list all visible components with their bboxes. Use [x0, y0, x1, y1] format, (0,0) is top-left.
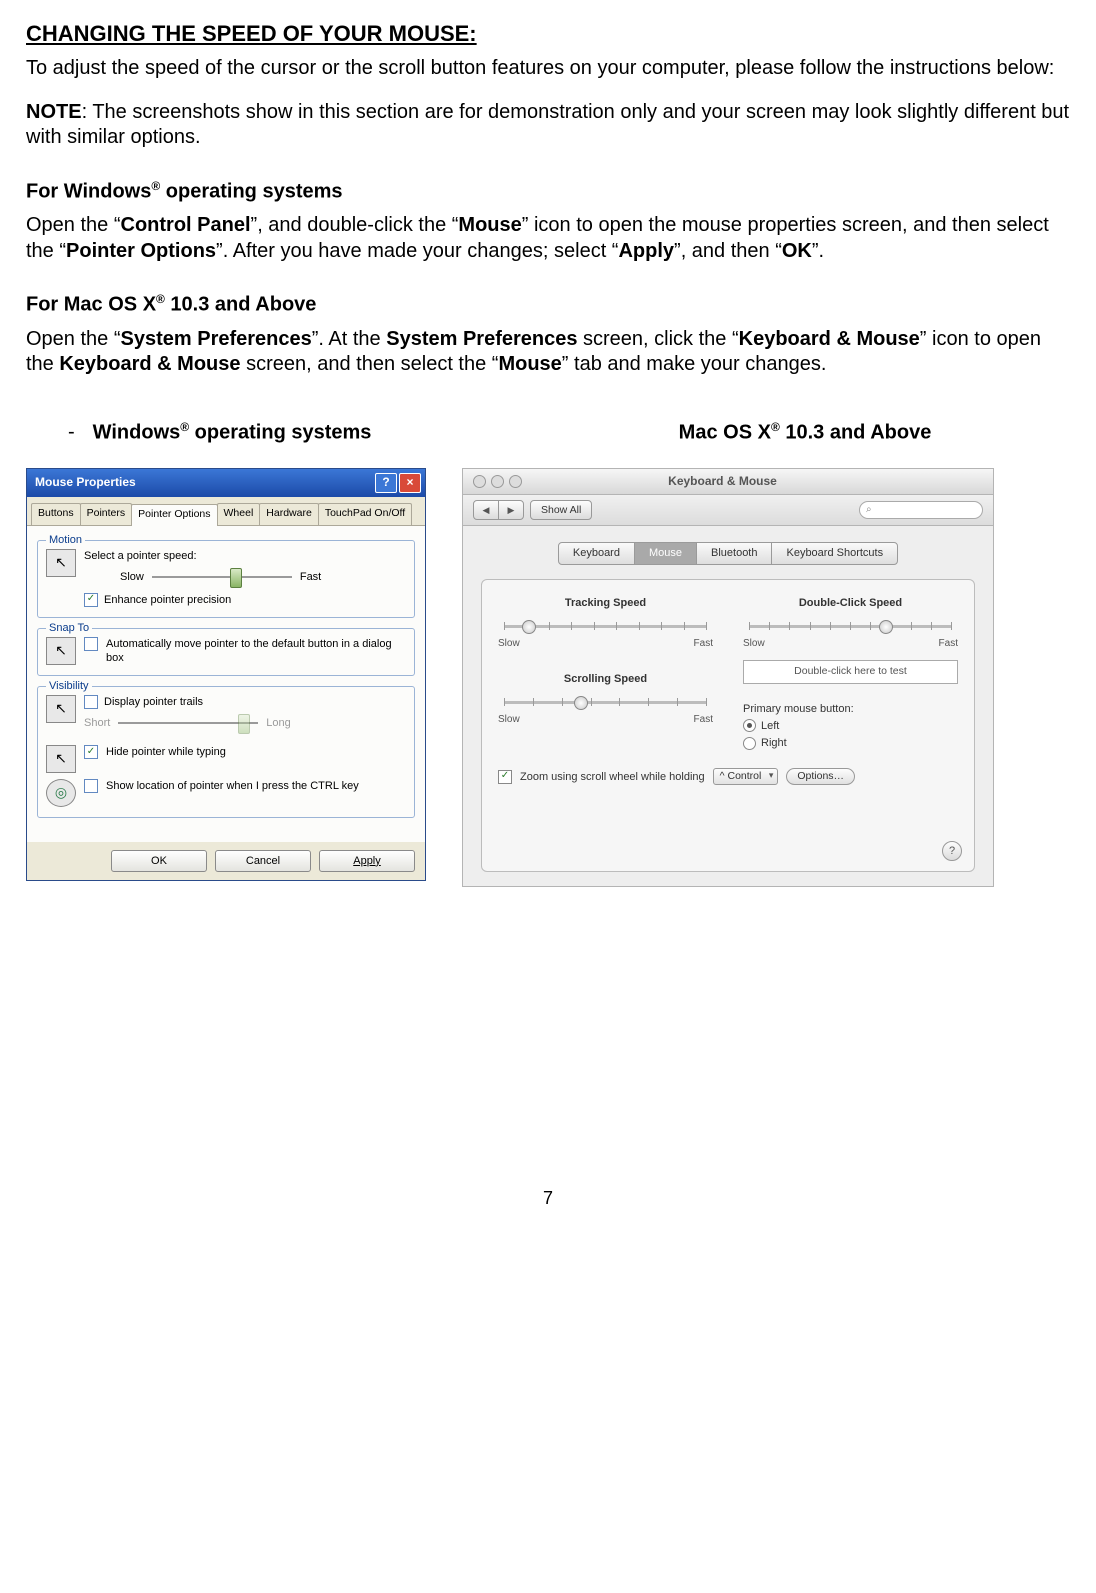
- page-number: 7: [26, 1187, 1070, 1210]
- ctrl-locate-icon: ◎: [46, 779, 76, 807]
- hide-typing-icon: ↖: [46, 745, 76, 773]
- options-button[interactable]: Options…: [786, 768, 855, 785]
- modifier-key-select[interactable]: ^ Control: [713, 768, 779, 785]
- scrolling-speed-label: Scrolling Speed: [498, 672, 713, 686]
- double-click-speed-label: Double-Click Speed: [743, 596, 958, 610]
- tab-keyboard-shortcuts[interactable]: Keyboard Shortcuts: [771, 542, 898, 564]
- mac-keyboard-mouse-dialog: Keyboard & Mouse ◀ ▶ Show All ⌕ Keyboard…: [462, 468, 994, 887]
- help-button[interactable]: ?: [375, 473, 397, 493]
- zoom-checkbox[interactable]: [498, 770, 512, 784]
- tab-bar: Buttons Pointers Pointer Options Wheel H…: [27, 497, 425, 525]
- motion-group: Motion ↖ Select a pointer speed: Slow Fa…: [37, 540, 415, 618]
- apply-button[interactable]: Apply: [319, 850, 415, 872]
- search-input[interactable]: ⌕: [859, 501, 983, 519]
- help-button[interactable]: ?: [942, 841, 962, 861]
- windows-heading: For Windows® operating systems: [26, 179, 1070, 205]
- visibility-group: Visibility ↖ Display pointer trails Shor…: [37, 686, 415, 818]
- tab-mouse[interactable]: Mouse: [634, 542, 697, 564]
- pointer-trails-checkbox[interactable]: [84, 695, 98, 709]
- forward-button[interactable]: ▶: [498, 500, 524, 520]
- window-title: Mouse Properties: [35, 475, 136, 490]
- hide-while-typing-checkbox[interactable]: [84, 745, 98, 759]
- window-controls[interactable]: [473, 475, 522, 488]
- note-text: NOTE: The screenshots show in this secti…: [26, 100, 1070, 151]
- snap-to-icon: ↖: [46, 637, 76, 665]
- tracking-speed-label: Tracking Speed: [498, 596, 713, 610]
- trails-icon: ↖: [46, 695, 76, 723]
- double-click-speed-slider[interactable]: [749, 616, 952, 636]
- scrolling-speed-slider[interactable]: [504, 692, 707, 712]
- tab-bluetooth[interactable]: Bluetooth: [696, 542, 772, 564]
- tab-wheel[interactable]: Wheel: [217, 503, 261, 524]
- pointer-icon: ↖: [46, 549, 76, 577]
- cancel-button[interactable]: Cancel: [215, 850, 311, 872]
- primary-left-radio[interactable]: [743, 719, 756, 732]
- window-title: Keyboard & Mouse: [522, 474, 923, 489]
- enhance-precision-checkbox[interactable]: [84, 593, 98, 607]
- primary-right-radio[interactable]: [743, 737, 756, 750]
- show-all-button[interactable]: Show All: [530, 500, 592, 520]
- windows-mouse-properties-dialog: Mouse Properties ? × Buttons Pointers Po…: [26, 468, 426, 881]
- ok-button[interactable]: OK: [111, 850, 207, 872]
- intro-text: To adjust the speed of the cursor or the…: [26, 56, 1070, 82]
- mac-column-heading: Mac OS X® 10.3 and Above: [540, 420, 1070, 446]
- tab-buttons[interactable]: Buttons: [31, 503, 81, 524]
- mac-instructions: Open the “System Preferences”. At the Sy…: [26, 327, 1070, 378]
- pointer-speed-label: Select a pointer speed:: [84, 549, 406, 563]
- tab-bar: Keyboard Mouse Bluetooth Keyboard Shortc…: [481, 542, 975, 564]
- windows-instructions: Open the “Control Panel”, and double-cli…: [26, 213, 1070, 264]
- trails-slider[interactable]: [118, 713, 258, 733]
- primary-button-label: Primary mouse button:: [743, 702, 958, 716]
- page-title: CHANGING THE SPEED OF YOUR MOUSE:: [26, 20, 1070, 48]
- double-click-test[interactable]: Double-click here to test: [743, 660, 958, 683]
- snap-to-group: Snap To ↖ Automatically move pointer to …: [37, 628, 415, 676]
- tab-pointer-options[interactable]: Pointer Options: [131, 504, 217, 525]
- tab-hardware[interactable]: Hardware: [259, 503, 319, 524]
- tracking-speed-slider[interactable]: [504, 616, 707, 636]
- pointer-speed-slider[interactable]: [152, 567, 292, 587]
- back-button[interactable]: ◀: [473, 500, 499, 520]
- ctrl-location-checkbox[interactable]: [84, 779, 98, 793]
- snap-to-checkbox[interactable]: [84, 637, 98, 651]
- tab-pointers[interactable]: Pointers: [80, 503, 133, 524]
- close-button[interactable]: ×: [399, 473, 421, 493]
- tab-touchpad[interactable]: TouchPad On/Off: [318, 503, 412, 524]
- tab-keyboard[interactable]: Keyboard: [558, 542, 635, 564]
- zoom-label: Zoom using scroll wheel while holding: [520, 770, 705, 784]
- windows-column-heading: -Windows® operating systems: [68, 420, 371, 446]
- mac-heading: For Mac OS X® 10.3 and Above: [26, 292, 1070, 318]
